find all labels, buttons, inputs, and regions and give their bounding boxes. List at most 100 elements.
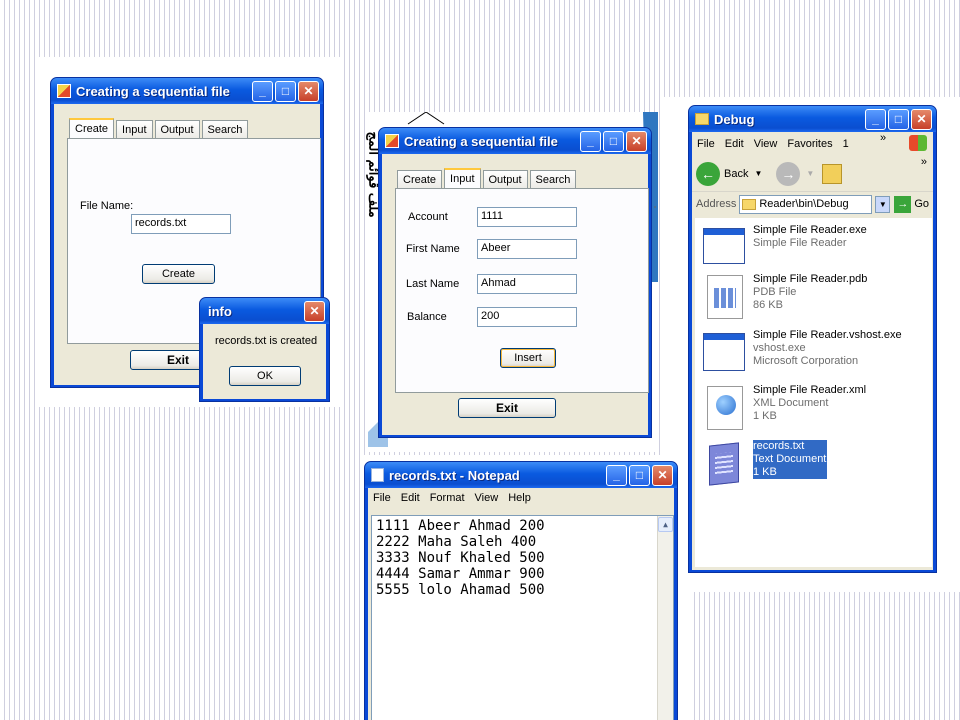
go-arrow-icon[interactable]: → [894,195,912,213]
first-name-input[interactable]: Abeer [477,239,577,259]
tab-input[interactable]: Input [116,120,153,138]
menu-overflow-icon[interactable]: » [875,132,891,144]
menu-view[interactable]: View [470,492,504,504]
app-icon [385,134,399,148]
up-folder-icon[interactable] [822,163,843,184]
menu-favorites[interactable]: Favorites [782,138,837,150]
file-type: vshost.exe [753,342,806,354]
input-window-titlebar[interactable]: Creating a sequential file _ □ ✕ [379,128,651,154]
notepad-window: records.txt - Notepad _ □ ✕ File Edit Fo… [364,461,678,720]
file-type: Simple File Reader [753,237,847,249]
menu-help[interactable]: Help [503,492,536,504]
menu-edit[interactable]: Edit [720,138,749,150]
list-item[interactable]: Simple File Reader.exe Simple File Reader [701,224,867,270]
insert-button[interactable]: Insert [500,348,556,368]
forward-arrow-icon[interactable]: → [776,161,801,186]
text-line: 5555 lolo Ahamad 500 [376,582,545,598]
close-icon[interactable]: ✕ [304,300,325,322]
explorer-titlebar[interactable]: Debug _ □ ✕ [689,106,936,132]
file-name: records.txt [753,440,827,453]
menu-edit[interactable]: Edit [396,492,425,504]
create-window-titlebar[interactable]: Creating a sequential file _ □ ✕ [51,78,323,104]
input-window-client: Create Input Output Search Account 1111 … [382,154,649,435]
minimize-icon[interactable]: _ [252,80,273,102]
last-name-label: Last Name [406,278,460,290]
address-dropdown-icon[interactable]: ▼ [875,195,891,213]
pdb-file-icon [701,273,747,319]
tab-output[interactable]: Output [154,120,200,138]
minimize-icon[interactable]: _ [606,464,627,486]
explorer-menubar: File Edit View Favorites 1 » [692,132,933,156]
back-dropdown-icon[interactable]: ▼ [754,169,762,178]
back-button-label[interactable]: Back [724,168,748,180]
address-input[interactable]: Reader\bin\Debug [739,194,873,214]
tab-search[interactable]: Search [529,170,577,188]
maximize-icon[interactable]: □ [603,130,624,152]
menu-tools[interactable]: 1 [838,138,854,150]
notepad-titlebar[interactable]: records.txt - Notepad _ □ ✕ [365,462,677,488]
maximize-icon[interactable]: □ [629,464,650,486]
menu-view[interactable]: View [749,138,783,150]
balance-input[interactable]: 200 [477,307,577,327]
explorer-toolbar: ← Back ▼ → ▼ » [692,156,933,192]
address-value: Reader\bin\Debug [759,198,849,210]
notepad-menubar: File Edit Format View Help [368,488,674,508]
notepad-text-area[interactable]: 1111 Abeer Ahmad 200 2222 Maha Saleh 400… [371,515,674,720]
tab-search[interactable]: Search [201,120,249,138]
file-size: 1 KB [753,466,827,479]
folder-icon [695,113,709,125]
explorer-client: File Edit View Favorites 1 » ← Back ▼ → … [692,132,933,570]
explorer-title: Debug [714,111,755,127]
info-dialog-client: records.txt is created OK [203,324,326,399]
account-label: Account [408,211,448,223]
file-name: Simple File Reader.exe [753,224,867,236]
balance-label: Balance [407,311,447,323]
notepad-client: File Edit Format View Help 1111 Abeer Ah… [368,488,674,720]
last-name-input[interactable]: Ahmad [477,274,577,294]
notepad-title: records.txt - Notepad [389,467,520,483]
maximize-icon[interactable]: □ [888,108,909,130]
notepad-text-icon [701,440,747,486]
exit-button[interactable]: Exit [458,398,556,418]
tab-create[interactable]: Create [69,118,115,138]
ok-button[interactable]: OK [229,366,301,386]
window-title: Creating a sequential file [404,133,558,149]
back-arrow-icon[interactable]: ← [696,161,720,186]
menu-file[interactable]: File [692,138,720,150]
toolbar-overflow-icon[interactable]: » [921,156,927,168]
minimize-icon[interactable]: _ [580,130,601,152]
close-icon[interactable]: ✕ [911,108,932,130]
go-button-label[interactable]: Go [914,198,929,210]
address-folder-icon [742,198,757,210]
file-name-input[interactable]: records.txt [131,214,231,234]
maximize-icon[interactable]: □ [275,80,296,102]
info-message: records.txt is created [215,335,318,347]
tab-input[interactable]: Input [444,168,481,188]
exe-window-icon [701,329,747,375]
close-icon[interactable]: ✕ [652,464,673,486]
scroll-up-icon[interactable]: ▲ [658,517,673,532]
windows-flag-icon [909,135,927,151]
tab-output[interactable]: Output [482,170,528,188]
text-line: 2222 Maha Saleh 400 [376,534,537,550]
list-item-selected[interactable]: records.txt Text Document 1 KB [701,440,827,486]
tab-create[interactable]: Create [397,170,443,188]
forward-dropdown-icon[interactable]: ▼ [806,169,814,178]
file-type: Text Document [753,453,827,466]
account-input[interactable]: 1111 [477,207,577,227]
explorer-window: Debug _ □ ✕ File Edit View Favorites 1 »… [688,105,937,573]
close-icon[interactable]: ✕ [626,130,647,152]
minimize-icon[interactable]: _ [865,108,886,130]
first-name-label: First Name [406,243,460,255]
file-list: Simple File Reader.exe Simple File Reader… [695,218,932,567]
menu-format[interactable]: Format [425,492,470,504]
list-item[interactable]: Simple File Reader.xml XML Document 1 KB [701,384,866,430]
menu-file[interactable]: File [368,492,396,504]
notepad-icon [371,468,384,482]
info-dialog-titlebar[interactable]: info ✕ [200,298,329,324]
vertical-scrollbar[interactable]: ▲ [657,516,673,720]
list-item[interactable]: Simple File Reader.vshost.exe vshost.exe M… [701,329,902,375]
create-button[interactable]: Create [142,264,215,284]
close-icon[interactable]: ✕ [298,80,319,102]
list-item[interactable]: Simple File Reader.pdb PDB File 86 KB [701,273,867,319]
